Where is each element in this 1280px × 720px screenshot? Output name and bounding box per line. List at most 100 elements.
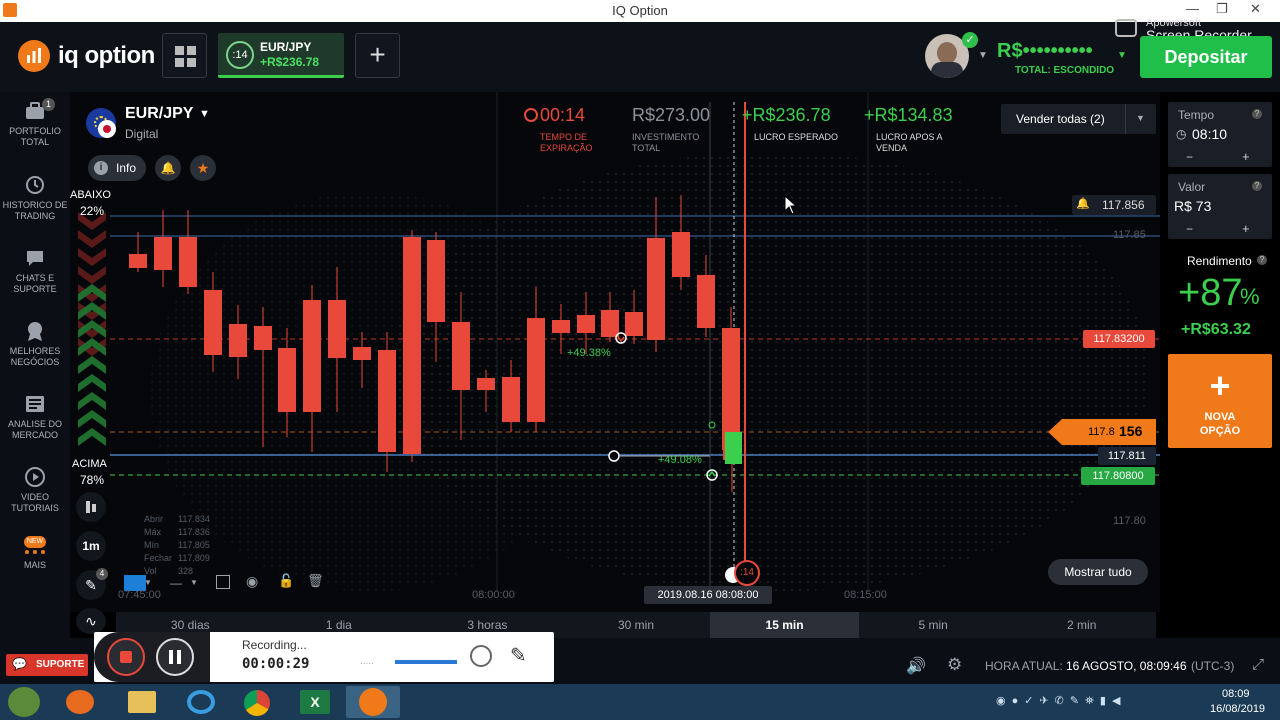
- amount-plus-button[interactable]: +: [1242, 221, 1250, 236]
- asset-dropdown-icon[interactable]: ▼: [199, 108, 210, 120]
- restore-icon[interactable]: ❐: [1216, 1, 1228, 17]
- sidebar-item-video-tutorials[interactable]: VIDEO TUTORIAIS: [0, 466, 70, 514]
- asset-tab-eurjpy[interactable]: :14 EUR/JPY +R$236.78: [218, 33, 344, 78]
- sidebar-item-chat[interactable]: CHATS E SUPORTE: [0, 247, 70, 295]
- time-selector-label: Tempo: [1178, 108, 1215, 122]
- sidebar-label: HISTORICO DE: [2, 200, 68, 210]
- timeframe-option[interactable]: 2 min: [1007, 612, 1156, 638]
- excel-icon[interactable]: X: [300, 690, 330, 714]
- sidebar-item-history[interactable]: HISTORICO DE TRADING: [0, 174, 70, 222]
- price-alert-tag[interactable]: 🔔 117.856: [1072, 195, 1156, 215]
- timeframe-option[interactable]: 15 min: [710, 612, 859, 638]
- deposit-button[interactable]: Depositar: [1140, 36, 1272, 78]
- support-label: SUPORTE: [36, 659, 85, 670]
- sell-all-dropdown-icon[interactable]: ▼: [1136, 113, 1145, 123]
- webcam-icon[interactable]: [470, 645, 492, 667]
- price-grid-label: 117.80: [1113, 515, 1146, 527]
- show-all-button[interactable]: Mostrar tudo: [1048, 559, 1148, 585]
- help-icon[interactable]: ?: [1257, 255, 1267, 265]
- bell-icon[interactable]: 🔔: [155, 155, 181, 181]
- info-button[interactable]: i Info: [88, 155, 146, 181]
- pen-icon[interactable]: ✎: [510, 643, 527, 668]
- start-button[interactable]: [8, 687, 40, 717]
- amount-selector[interactable]: Valor ? R$ 73 − +: [1168, 174, 1272, 239]
- trade-upper-percent: +49.38%: [567, 347, 611, 359]
- settings-gear-icon[interactable]: ⚙: [947, 655, 962, 675]
- eye-icon[interactable]: ◉: [246, 573, 258, 590]
- system-tray-icons[interactable]: ◉●✓✈✆✎⛯▮◀: [996, 694, 1156, 710]
- line-style-button[interactable]: —: [170, 576, 182, 590]
- time-label: 08:00:00: [472, 589, 515, 601]
- fullscreen-icon[interactable]: ⤢: [1252, 656, 1264, 673]
- sidebar-label: ANALISE DO: [7, 419, 63, 429]
- close-icon[interactable]: ✕: [1250, 1, 1261, 17]
- copy-icon[interactable]: [216, 575, 230, 589]
- interval-button[interactable]: 1m: [76, 531, 106, 561]
- expected-profit-label: LUCRO ESPERADO: [754, 132, 839, 142]
- chrome-icon[interactable]: [244, 690, 270, 716]
- sidebar-label: TOTAL: [20, 137, 50, 147]
- record-stop-button[interactable]: [107, 638, 145, 676]
- candle-body: [229, 324, 247, 357]
- candle-body: [452, 322, 470, 390]
- time-selector[interactable]: Tempo ? ◷ 08:10 − +: [1168, 102, 1272, 167]
- chart-type-button[interactable]: [76, 492, 106, 522]
- line-style-dropdown-icon[interactable]: ▼: [190, 578, 198, 587]
- draw-tool-button[interactable]: ✎ 4: [76, 568, 108, 600]
- record-pause-button[interactable]: [156, 638, 194, 676]
- sidebar-label: NEGÓCIOS: [10, 357, 60, 367]
- sidebar-item-more[interactable]: NEW MAIS: [0, 536, 70, 571]
- world-map-bg: [150, 192, 590, 592]
- color-dropdown-icon[interactable]: ▼: [144, 578, 152, 587]
- more-dots-icon: [25, 550, 45, 554]
- sidebar-item-market-analysis[interactable]: ANALISE DO MERCADO: [0, 393, 70, 441]
- sell-all-button[interactable]: Vender todas (2) ▼: [1001, 104, 1156, 134]
- lock-icon[interactable]: 🔓: [278, 573, 294, 589]
- candle-body: [154, 237, 172, 270]
- expiry-value: 00:14: [540, 105, 586, 125]
- jp-flag-icon: [98, 120, 116, 138]
- volume-slider[interactable]: [395, 660, 457, 664]
- candle-body: [577, 315, 595, 333]
- time-minus-button[interactable]: −: [1186, 150, 1193, 164]
- sidebar-item-best-deals[interactable]: MELHORES NEGÓCIOS: [0, 320, 70, 368]
- price-grid-label: 117.85: [1113, 229, 1146, 241]
- candle-body: [204, 290, 222, 355]
- indicators-button[interactable]: ∿: [76, 608, 106, 634]
- verified-icon: ✓: [962, 32, 978, 48]
- asset-grid-button[interactable]: [162, 33, 207, 78]
- avatar-dropdown-icon[interactable]: ▼: [978, 50, 988, 61]
- tab-timer: :14: [226, 41, 254, 69]
- trash-icon[interactable]: 🗑: [307, 573, 324, 589]
- window-titlebar: IQ Option — ❐ ✕: [0, 0, 1280, 22]
- minimize-icon[interactable]: —: [1186, 1, 1199, 16]
- yield-label: Rendimento: [1187, 254, 1252, 268]
- help-icon[interactable]: ?: [1252, 109, 1262, 119]
- sidebar-item-portfolio[interactable]: 1 PORTFOLIO TOTAL: [0, 98, 70, 148]
- speaker-icon[interactable]: 🔊: [906, 656, 926, 676]
- timeframe-option[interactable]: 5 min: [859, 612, 1008, 638]
- candle-body: [129, 254, 147, 268]
- file-explorer-icon[interactable]: [128, 691, 156, 713]
- balance-dropdown-icon[interactable]: ▼: [1117, 50, 1127, 61]
- amount-selector-value[interactable]: R$ 73: [1174, 198, 1211, 214]
- time-plus-button[interactable]: +: [1242, 149, 1250, 164]
- sidebar-label: TUTORIAIS: [11, 503, 59, 513]
- amount-minus-button[interactable]: −: [1186, 222, 1193, 236]
- star-icon[interactable]: ★: [190, 155, 216, 181]
- sidebar-label: TRADING: [14, 211, 56, 221]
- timeframe-option[interactable]: 30 min: [562, 612, 711, 638]
- iqoption-taskbar-button[interactable]: [346, 686, 400, 718]
- help-icon[interactable]: ?: [1252, 181, 1262, 191]
- internet-explorer-icon[interactable]: [187, 690, 215, 714]
- asset-name[interactable]: EUR/JPY: [125, 105, 193, 123]
- firefox-icon[interactable]: [66, 690, 94, 714]
- support-button[interactable]: 💬 SUPORTE: [6, 654, 88, 676]
- left-sidebar: 1 PORTFOLIO TOTAL HISTORICO DE TRADING C…: [0, 92, 70, 684]
- new-option-button[interactable]: + NOVA OPÇÃO: [1168, 354, 1272, 448]
- balance-value[interactable]: R$••••••••••: [997, 40, 1093, 63]
- add-asset-button[interactable]: +: [355, 33, 400, 78]
- recording-status: Recording...: [242, 638, 307, 652]
- server-timezone: (UTC-3): [1191, 659, 1235, 673]
- chart-area[interactable]: [70, 92, 1160, 612]
